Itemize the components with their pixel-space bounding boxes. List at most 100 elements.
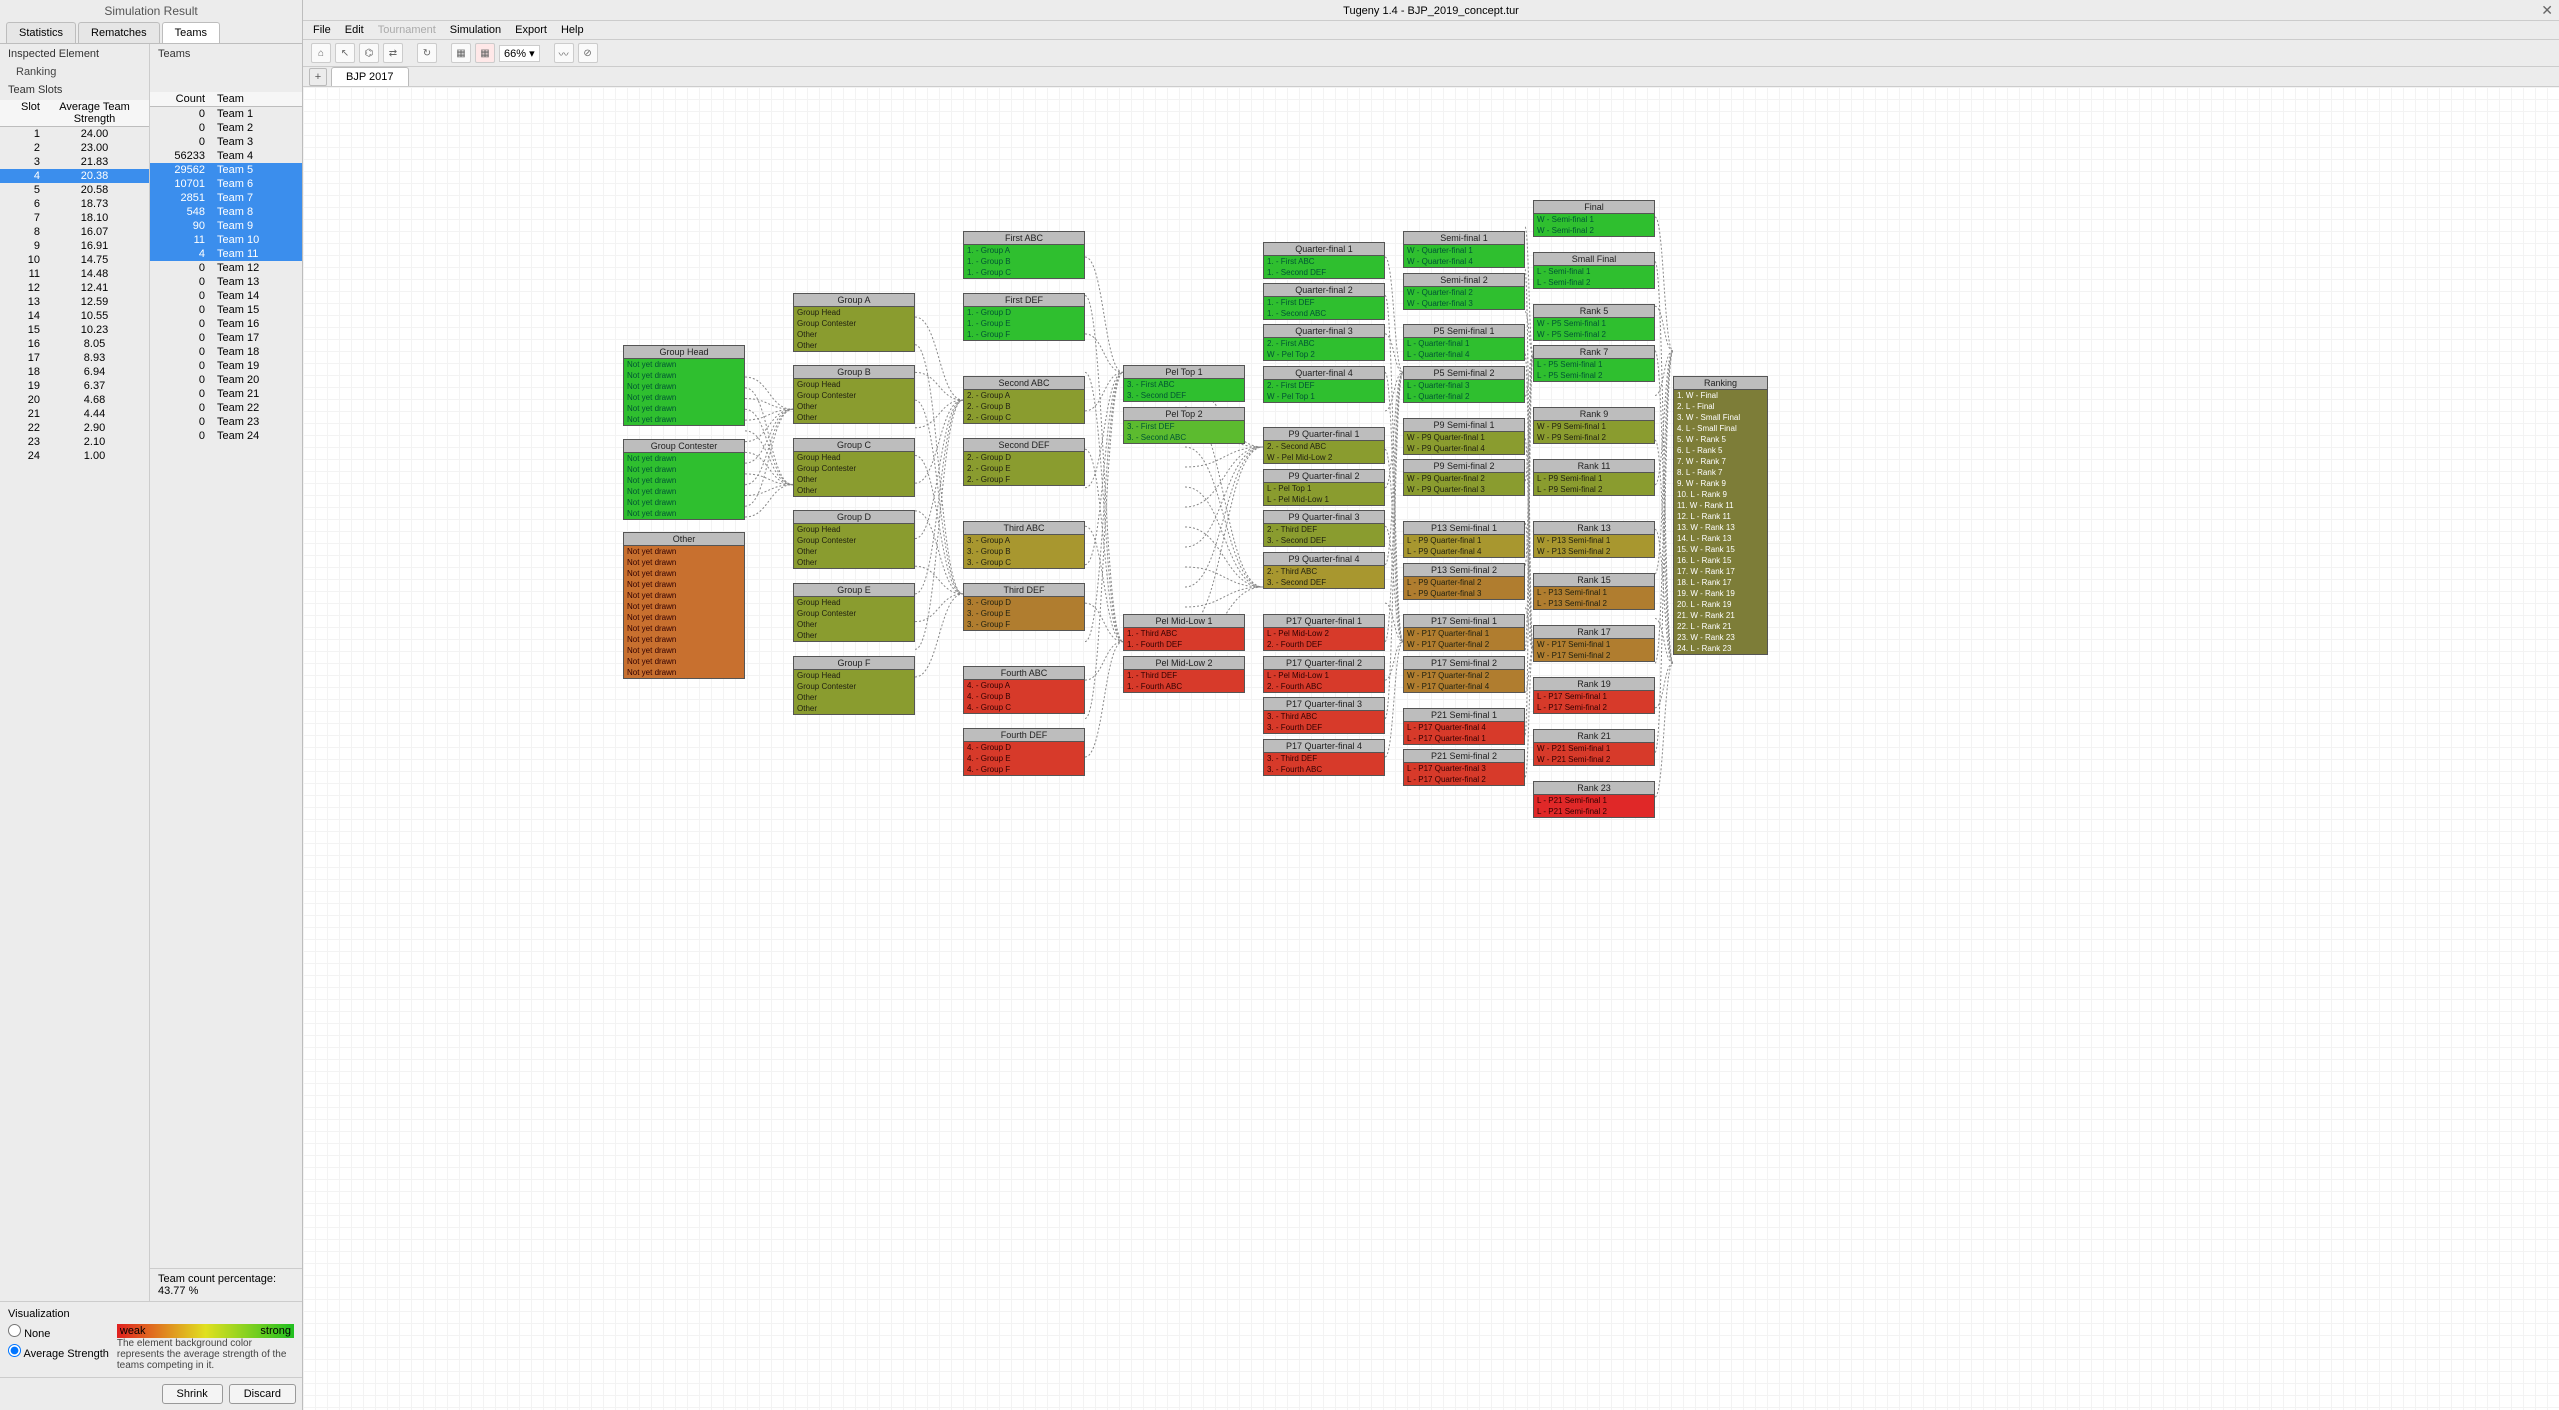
bracket-node[interactable]: P9 Semi-final 2W - P9 Quarter-final 2W -… — [1403, 459, 1525, 496]
tree-icon[interactable]: ⌬ — [359, 43, 379, 63]
bracket-node[interactable]: Pel Top 13. - First ABC3. - Second DEF — [1123, 365, 1245, 402]
slot-row[interactable]: 1510.23 — [0, 323, 149, 337]
ranking-node[interactable]: Ranking1. W - Final2. L - Final3. W - Sm… — [1673, 376, 1768, 655]
grid2-icon[interactable]: ▦ — [475, 43, 495, 63]
bracket-node[interactable]: Group CGroup HeadGroup ContesterOtherOth… — [793, 438, 915, 497]
slot-row[interactable]: 124.00 — [0, 127, 149, 141]
cursor-icon[interactable]: ↖ — [335, 43, 355, 63]
slot-row[interactable]: 241.00 — [0, 449, 149, 463]
bracket-node[interactable]: Group FGroup HeadGroup ContesterOtherOth… — [793, 656, 915, 715]
bracket-node[interactable]: Rank 7L - P5 Semi-final 1L - P5 Semi-fin… — [1533, 345, 1655, 382]
add-tab-button[interactable]: + — [309, 68, 327, 86]
slot-row[interactable]: 420.38 — [0, 169, 149, 183]
team-row[interactable]: 0Team 3 — [150, 135, 302, 149]
slot-row[interactable]: 186.94 — [0, 365, 149, 379]
team-row[interactable]: 2851Team 7 — [150, 191, 302, 205]
menu-file[interactable]: File — [313, 24, 331, 36]
bracket-node[interactable]: Second ABC2. - Group A2. - Group B2. - G… — [963, 376, 1085, 424]
team-row[interactable]: 0Team 17 — [150, 331, 302, 345]
bracket-node[interactable]: Rank 9W - P9 Semi-final 1W - P9 Semi-fin… — [1533, 407, 1655, 444]
menu-edit[interactable]: Edit — [345, 24, 364, 36]
bracket-node[interactable]: P5 Semi-final 2L - Quarter-final 3L - Qu… — [1403, 366, 1525, 403]
slot-row[interactable]: 223.00 — [0, 141, 149, 155]
team-row[interactable]: 0Team 13 — [150, 275, 302, 289]
bracket-node[interactable]: Rank 19L - P17 Semi-final 1L - P17 Semi-… — [1533, 677, 1655, 714]
bracket-node[interactable]: P21 Semi-final 1L - P17 Quarter-final 4L… — [1403, 708, 1525, 745]
bracket-node[interactable]: P21 Semi-final 2L - P17 Quarter-final 3L… — [1403, 749, 1525, 786]
bracket-node[interactable]: OtherNot yet drawnNot yet drawnNot yet d… — [623, 532, 745, 679]
shrink-button[interactable]: Shrink — [162, 1384, 223, 1404]
team-row[interactable]: 0Team 2 — [150, 121, 302, 135]
dialog-tab-rematches[interactable]: Rematches — [78, 22, 160, 43]
bracket-node[interactable]: Rank 15L - P13 Semi-final 1L - P13 Semi-… — [1533, 573, 1655, 610]
slot-row[interactable]: 1410.55 — [0, 309, 149, 323]
team-row[interactable]: 10701Team 6 — [150, 177, 302, 191]
slot-row[interactable]: 1312.59 — [0, 295, 149, 309]
bracket-node[interactable]: Second DEF2. - Group D2. - Group E2. - G… — [963, 438, 1085, 486]
slot-row[interactable]: 618.73 — [0, 197, 149, 211]
team-row[interactable]: 0Team 19 — [150, 359, 302, 373]
team-row[interactable]: 0Team 21 — [150, 387, 302, 401]
bracket-node[interactable]: Group EGroup HeadGroup ContesterOtherOth… — [793, 583, 915, 642]
team-row[interactable]: 0Team 18 — [150, 345, 302, 359]
bracket-node[interactable]: Pel Top 23. - First DEF3. - Second ABC — [1123, 407, 1245, 444]
zoom-select[interactable]: 66% ▾ — [499, 45, 540, 62]
slot-row[interactable]: 204.68 — [0, 393, 149, 407]
slot-row[interactable]: 196.37 — [0, 379, 149, 393]
bracket-node[interactable]: Third DEF3. - Group D3. - Group E3. - Gr… — [963, 583, 1085, 631]
team-row[interactable]: 0Team 24 — [150, 429, 302, 443]
team-row[interactable]: 4Team 11 — [150, 247, 302, 261]
team-row[interactable]: 90Team 9 — [150, 219, 302, 233]
bracket-node[interactable]: P17 Quarter-final 43. - Third DEF3. - Fo… — [1263, 739, 1385, 776]
slot-row[interactable]: 916.91 — [0, 239, 149, 253]
bracket-node[interactable]: Quarter-final 32. - First ABCW - Pel Top… — [1263, 324, 1385, 361]
viz-radio-avg[interactable]: Average Strength — [8, 1344, 109, 1360]
team-row[interactable]: 0Team 23 — [150, 415, 302, 429]
dialog-tab-statistics[interactable]: Statistics — [6, 22, 76, 43]
bracket-node[interactable]: P17 Quarter-final 33. - Third ABC3. - Fo… — [1263, 697, 1385, 734]
bracket-node[interactable]: Quarter-final 42. - First DEFW - Pel Top… — [1263, 366, 1385, 403]
slot-row[interactable]: 520.58 — [0, 183, 149, 197]
bracket-node[interactable]: Pel Mid-Low 21. - Third DEF1. - Fourth A… — [1123, 656, 1245, 693]
bracket-node[interactable]: P17 Semi-final 2W - P17 Quarter-final 2W… — [1403, 656, 1525, 693]
bracket-node[interactable]: P13 Semi-final 2L - P9 Quarter-final 2L … — [1403, 563, 1525, 600]
bracket-node[interactable]: Group DGroup HeadGroup ContesterOtherOth… — [793, 510, 915, 569]
bracket-node[interactable]: Group ContesterNot yet drawnNot yet draw… — [623, 439, 745, 520]
bracket-node[interactable]: P17 Semi-final 1W - P17 Quarter-final 1W… — [1403, 614, 1525, 651]
doc-tab[interactable]: BJP 2017 — [331, 67, 409, 86]
bracket-node[interactable]: Rank 17W - P17 Semi-final 1W - P17 Semi-… — [1533, 625, 1655, 662]
bracket-node[interactable]: Fourth ABC4. - Group A4. - Group B4. - G… — [963, 666, 1085, 714]
slot-row[interactable]: 1114.48 — [0, 267, 149, 281]
bracket-node[interactable]: P9 Quarter-final 2L - Pel Top 1L - Pel M… — [1263, 469, 1385, 506]
bracket-node[interactable]: Small FinalL - Semi-final 1L - Semi-fina… — [1533, 252, 1655, 289]
col-team[interactable]: Team — [209, 93, 298, 105]
team-row[interactable]: 11Team 10 — [150, 233, 302, 247]
team-row[interactable]: 0Team 15 — [150, 303, 302, 317]
bracket-canvas[interactable]: Group HeadNot yet drawnNot yet drawnNot … — [303, 87, 2559, 1410]
bracket-node[interactable]: Rank 13W - P13 Semi-final 1W - P13 Semi-… — [1533, 521, 1655, 558]
clear-icon[interactable]: ⊘ — [578, 43, 598, 63]
slot-row[interactable]: 222.90 — [0, 421, 149, 435]
team-row[interactable]: 0Team 14 — [150, 289, 302, 303]
bracket-node[interactable]: Fourth DEF4. - Group D4. - Group E4. - G… — [963, 728, 1085, 776]
slot-row[interactable]: 1212.41 — [0, 281, 149, 295]
viz-radio-none[interactable]: None — [8, 1324, 109, 1340]
bracket-node[interactable]: P9 Quarter-final 12. - Second ABCW - Pel… — [1263, 427, 1385, 464]
bracket-node[interactable]: Rank 5W - P5 Semi-final 1W - P5 Semi-fin… — [1533, 304, 1655, 341]
bracket-node[interactable]: Third ABC3. - Group A3. - Group B3. - Gr… — [963, 521, 1085, 569]
bracket-node[interactable]: Quarter-final 11. - First ABC1. - Second… — [1263, 242, 1385, 279]
bracket-node[interactable]: P17 Quarter-final 2L - Pel Mid-Low 12. -… — [1263, 656, 1385, 693]
home-icon[interactable]: ⌂ — [311, 43, 331, 63]
menu-export[interactable]: Export — [515, 24, 547, 36]
team-row[interactable]: 56233Team 4 — [150, 149, 302, 163]
bracket-node[interactable]: P9 Quarter-final 32. - Third DEF3. - Sec… — [1263, 510, 1385, 547]
curve-icon[interactable]: 〰 — [554, 43, 574, 63]
bracket-node[interactable]: P9 Quarter-final 42. - Third ABC3. - Sec… — [1263, 552, 1385, 589]
bracket-node[interactable]: P5 Semi-final 1L - Quarter-final 1L - Qu… — [1403, 324, 1525, 361]
slot-row[interactable]: 168.05 — [0, 337, 149, 351]
slot-row[interactable]: 232.10 — [0, 435, 149, 449]
bracket-node[interactable]: Group HeadNot yet drawnNot yet drawnNot … — [623, 345, 745, 426]
team-row[interactable]: 0Team 22 — [150, 401, 302, 415]
bracket-node[interactable]: Group AGroup HeadGroup ContesterOtherOth… — [793, 293, 915, 352]
bracket-node[interactable]: P17 Quarter-final 1L - Pel Mid-Low 22. -… — [1263, 614, 1385, 651]
